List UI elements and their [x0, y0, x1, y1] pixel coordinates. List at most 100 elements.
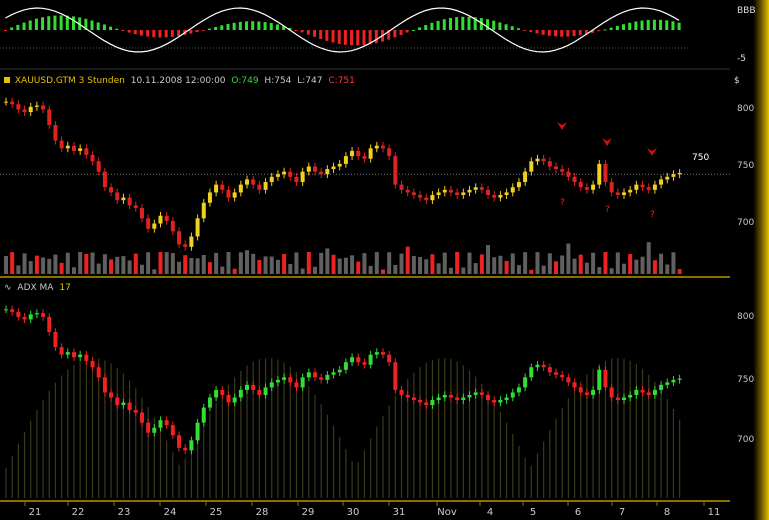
adx-candle-body	[226, 394, 231, 403]
adx-candle-body	[127, 402, 132, 411]
candle-body	[300, 171, 305, 183]
osc-bar	[350, 30, 354, 46]
volume-bar	[325, 248, 330, 274]
candle-body	[399, 184, 404, 190]
osc-bar	[671, 21, 675, 30]
adx-candle-body	[343, 362, 348, 370]
volume-bar	[634, 259, 639, 274]
low-value: L:747	[297, 76, 323, 86]
adx-candle-body	[84, 354, 89, 361]
volume-bar	[201, 254, 206, 274]
down-arrow-icon	[557, 122, 567, 130]
oscillator-panel[interactable]	[0, 0, 730, 70]
candle-body	[201, 202, 206, 219]
adx-candle-body	[677, 378, 682, 380]
adx-panel[interactable]	[0, 278, 730, 500]
osc-bar	[554, 30, 558, 37]
x-tick-label: Nov	[437, 507, 457, 518]
volume-bar	[71, 267, 76, 274]
candle-body	[220, 184, 225, 190]
x-tick-label: 4	[487, 507, 493, 518]
osc-bar	[152, 30, 156, 38]
candle-body	[331, 166, 336, 170]
osc-bar	[47, 16, 51, 30]
adx-candle-body	[245, 384, 250, 390]
osc-bar	[257, 21, 261, 30]
adx-candle-body	[387, 354, 392, 363]
adx-candle-body	[294, 382, 299, 388]
x-tick-label: 30	[347, 507, 360, 518]
osc-bar	[523, 30, 527, 31]
volume-bar	[615, 252, 620, 274]
candle-body	[541, 158, 546, 162]
adx-candle-body	[257, 389, 262, 395]
adx-candle-body	[214, 389, 219, 398]
volume-bar	[603, 252, 608, 274]
volume-bar	[195, 258, 200, 274]
volume-bar	[671, 252, 676, 274]
osc-bar	[263, 22, 267, 30]
volume-bar	[47, 258, 52, 274]
candle-body	[65, 145, 70, 149]
adx-candle-body	[16, 311, 21, 317]
volume-bar	[535, 252, 540, 274]
osc-bar	[337, 30, 341, 44]
candle-body	[628, 189, 633, 193]
osc-bar	[195, 30, 199, 33]
adx-candle-body	[399, 389, 404, 395]
adx-candle-body	[671, 379, 676, 383]
candle-body	[275, 174, 280, 177]
candle-body	[146, 218, 151, 229]
osc-bar	[214, 26, 218, 30]
adx-candle-body	[139, 412, 144, 423]
osc-bar	[646, 19, 650, 30]
candle-body	[4, 101, 8, 103]
price-panel[interactable]	[0, 70, 730, 278]
candle-body	[535, 158, 540, 162]
candle-body	[319, 171, 324, 175]
adx-tick-750: 750	[737, 375, 755, 385]
volume-bar	[659, 253, 664, 274]
adx-candle-body	[300, 377, 305, 388]
volume-bar	[96, 263, 101, 274]
osc-bar	[374, 30, 378, 44]
adx-candle-body	[263, 387, 268, 395]
osc-bar	[245, 21, 249, 30]
volume-bar	[139, 264, 144, 274]
adx-candle-body	[232, 397, 237, 403]
volume-bar	[411, 255, 416, 274]
volume-bar	[424, 259, 429, 274]
osc-bar	[665, 20, 669, 30]
volume-bar	[405, 246, 410, 274]
osc-bar	[609, 27, 613, 30]
volume-bar	[34, 255, 39, 274]
candle-body	[529, 161, 534, 172]
adx-candle-body	[319, 377, 324, 380]
osc-bar	[628, 22, 632, 30]
adx-candle-body	[71, 352, 76, 358]
candle-body	[405, 189, 410, 193]
candle-body	[133, 205, 138, 208]
volume-bar	[436, 263, 441, 274]
candle-body	[603, 163, 608, 183]
candle-body	[504, 192, 509, 195]
candle-body	[411, 192, 416, 195]
osc-bar	[28, 20, 32, 30]
candle-body	[516, 182, 521, 188]
osc-bar	[615, 25, 619, 30]
candle-body	[615, 192, 620, 195]
candle-body	[115, 192, 120, 201]
adx-candle-body	[207, 397, 212, 408]
osc-bar	[436, 20, 440, 30]
osc-bar	[467, 16, 471, 30]
candle-body	[467, 189, 472, 193]
osc-bar	[547, 30, 551, 36]
volume-bar	[597, 267, 602, 274]
adx-candle-body	[133, 410, 138, 413]
osc-bar	[306, 30, 310, 35]
osc-bar	[541, 30, 545, 35]
volume-bar	[319, 252, 324, 274]
osc-bar	[164, 30, 168, 38]
osc-bar	[498, 22, 502, 30]
volume-bar	[529, 269, 534, 274]
